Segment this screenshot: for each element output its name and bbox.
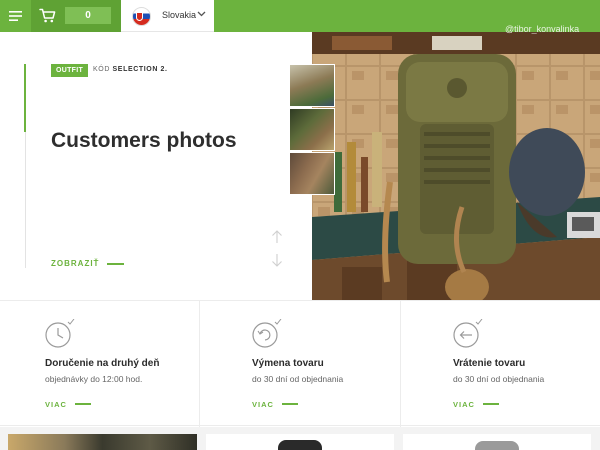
service-subtitle: objednávky do 12:00 hod.	[45, 374, 143, 384]
hero-title: Customers photos	[51, 129, 237, 152]
service-exchange[interactable]: Výmena tovaru do 30 dní od objednania VI…	[200, 301, 401, 427]
thumbnail-3[interactable]	[289, 152, 335, 195]
cart-button[interactable]: 0	[31, 0, 121, 32]
show-link-dash	[107, 263, 124, 265]
tshirt-image	[475, 441, 519, 450]
service-more-dash	[483, 403, 499, 405]
language-label: Slovakia	[162, 10, 197, 20]
cart-icon	[39, 8, 56, 23]
thumbnail-1[interactable]	[289, 64, 335, 107]
service-next-day[interactable]: Doručenie na druhý deň objednávky do 12:…	[0, 301, 200, 427]
product-card[interactable]	[206, 434, 394, 450]
hamburger-icon	[9, 11, 22, 21]
service-title: Doručenie na druhý deň	[45, 358, 160, 369]
hero-accent-bar	[24, 64, 26, 132]
photo-handle: @tibor_konvalinka	[505, 24, 580, 34]
products-row	[0, 427, 600, 450]
service-subtitle: do 30 dní od objednania	[453, 374, 545, 384]
show-link[interactable]: ZOBRAZIŤ	[51, 259, 99, 268]
hero-photo	[312, 32, 600, 300]
code-value: SELECTION 2.	[112, 66, 168, 73]
return-icon	[453, 319, 483, 348]
exchange-icon	[252, 319, 282, 348]
clock-icon	[45, 319, 75, 348]
hero-divider	[25, 132, 26, 268]
tshirt-image	[278, 440, 322, 450]
services-strip: Doručenie na druhý deň objednávky do 12:…	[0, 300, 600, 427]
slovakia-flag-icon	[132, 7, 151, 26]
thumbnail-2[interactable]	[289, 108, 335, 151]
service-title: Výmena tovaru	[252, 358, 324, 369]
menu-button[interactable]	[0, 0, 31, 32]
code-prefix: KÓD	[93, 66, 110, 73]
outfit-badge: OUTFIT	[51, 64, 89, 77]
product-card[interactable]	[403, 434, 591, 450]
outfit-code: KÓD SELECTION 2.	[93, 66, 168, 73]
chevron-down-icon	[197, 11, 206, 17]
service-more-link[interactable]: VIAC	[252, 400, 274, 409]
cart-count: 0	[65, 7, 111, 24]
language-selector[interactable]: Slovakia	[121, 0, 214, 32]
service-title: Vrátenie tovaru	[453, 358, 526, 369]
product-card[interactable]	[8, 434, 197, 450]
service-subtitle: do 30 dní od objednania	[252, 374, 344, 384]
service-more-dash	[282, 403, 298, 405]
service-more-dash	[75, 403, 91, 405]
arrow-down-icon[interactable]	[271, 253, 283, 267]
service-more-link[interactable]: VIAC	[453, 400, 475, 409]
service-return[interactable]: Vrátenie tovaru do 30 dní od objednania …	[401, 301, 600, 427]
service-more-link[interactable]: VIAC	[45, 400, 67, 409]
arrow-up-icon[interactable]	[271, 230, 283, 244]
